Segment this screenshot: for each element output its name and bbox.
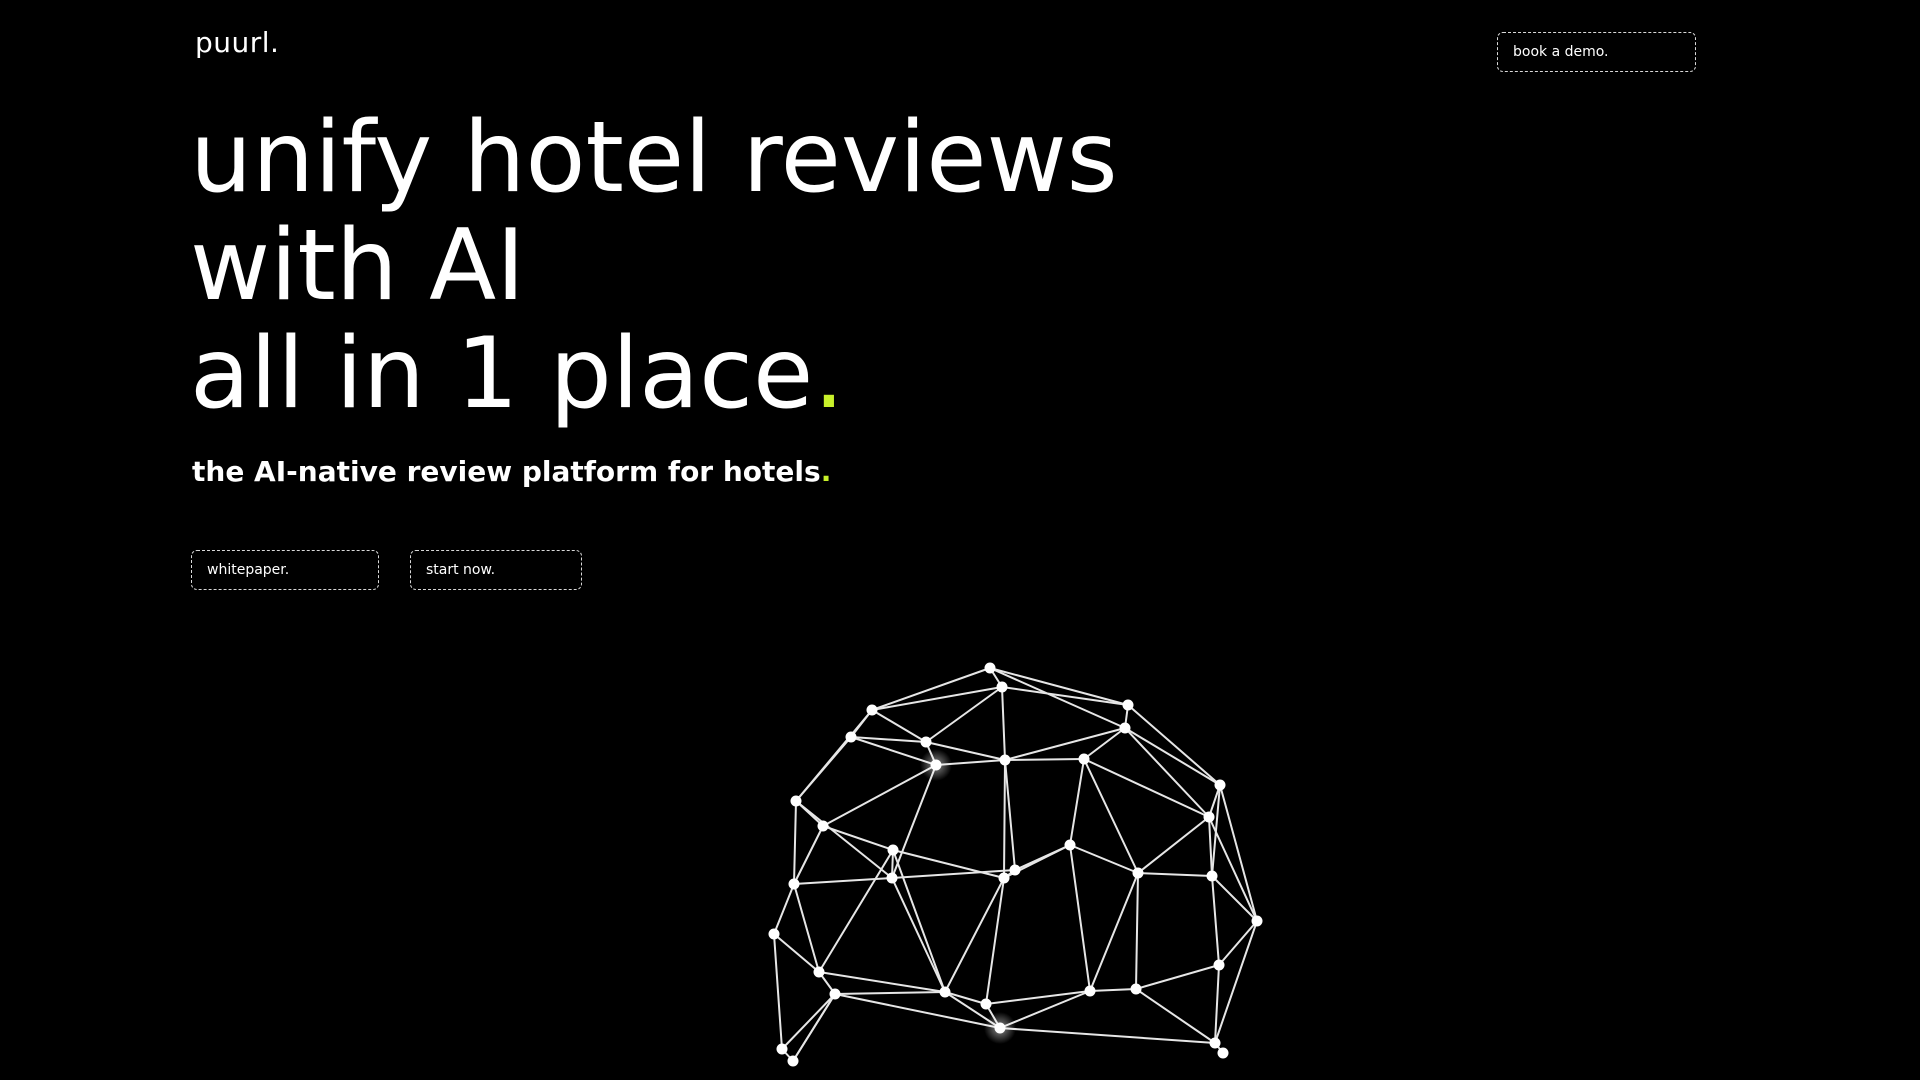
- sphere-edge: [818, 849, 894, 973]
- sphere-edge: [1135, 988, 1216, 1044]
- landing-page: puurl. book a demo. unify hotel reviews …: [0, 0, 1920, 1080]
- sphere-node: [939, 986, 951, 998]
- sphere-node: [813, 966, 825, 978]
- sphere-edge: [773, 933, 783, 1050]
- sphere-edge: [1083, 758, 1139, 874]
- sphere-edge: [1089, 872, 1139, 992]
- sphere-edge: [781, 993, 836, 1050]
- sphere-edge: [773, 883, 795, 935]
- logo[interactable]: puurl.: [195, 26, 279, 59]
- sphere-node: [1122, 699, 1134, 711]
- sphere-edge: [1211, 875, 1220, 966]
- sphere-edge: [1069, 758, 1085, 846]
- hero-line-3-text: all in 1 place: [190, 317, 814, 431]
- sphere-node: [787, 1055, 799, 1067]
- sphere-edge: [793, 825, 824, 885]
- sphere-edge: [999, 1027, 1216, 1044]
- sphere-node: [1251, 915, 1263, 927]
- sphere-edge: [1089, 988, 1137, 992]
- hero-line-3: all in 1 place.: [190, 320, 1118, 428]
- sphere-edge: [1124, 727, 1221, 786]
- sphere-edge: [822, 825, 894, 851]
- sphere-node: [887, 844, 899, 856]
- sphere-node: [788, 878, 800, 890]
- subtitle-accent-dot: .: [820, 455, 832, 488]
- sphere-edge: [871, 709, 927, 743]
- sphere-node: [996, 681, 1008, 693]
- sphere-edge: [944, 991, 987, 1005]
- sphere-node: [984, 662, 996, 674]
- sphere-node: [1119, 722, 1131, 734]
- hero-line-1: unify hotel reviews: [190, 101, 1118, 215]
- sphere-node: [980, 998, 992, 1010]
- sphere-edge: [1001, 686, 1006, 761]
- hero-line-2: with AI: [190, 209, 526, 323]
- sphere-node: [790, 795, 802, 807]
- sphere-node: [1132, 867, 1144, 879]
- sphere-edge: [1124, 727, 1210, 818]
- sphere-node: [1084, 985, 1096, 997]
- sphere-edge: [773, 933, 820, 973]
- sphere-node: [886, 872, 898, 884]
- sphere-node: [1130, 983, 1142, 995]
- sphere-edge: [1004, 759, 1016, 871]
- sphere-node: [1203, 811, 1215, 823]
- sphere-edge: [795, 800, 893, 879]
- sphere-edge: [834, 991, 946, 995]
- sphere-edge: [1004, 727, 1126, 761]
- sphere-edge: [793, 883, 820, 973]
- sphere-node: [1078, 753, 1090, 765]
- sphere-edge: [1137, 872, 1213, 877]
- sphere-edge: [1003, 759, 1006, 879]
- sphere-edge: [871, 667, 991, 711]
- sphere-edge: [925, 686, 1003, 743]
- sphere-node: [866, 704, 878, 716]
- whitepaper-button[interactable]: whitepaper.: [191, 550, 379, 590]
- sphere-edge: [1218, 920, 1258, 966]
- sphere-edge: [871, 686, 1003, 711]
- sphere-node: [776, 1043, 788, 1055]
- sphere-edge: [1135, 964, 1220, 990]
- sphere-edge: [891, 764, 937, 879]
- sphere-edge: [1135, 872, 1139, 990]
- sphere-edge: [1004, 758, 1085, 761]
- sphere-edge: [891, 877, 946, 993]
- sphere-node: [999, 754, 1011, 766]
- sphere-node: [998, 872, 1010, 884]
- hero-accent-dot: .: [813, 317, 845, 431]
- sphere-node: [768, 928, 780, 940]
- sphere-edge: [892, 849, 946, 993]
- sphere-node: [920, 736, 932, 748]
- sphere-node: [1064, 839, 1076, 851]
- sphere-edge: [1214, 920, 1258, 1044]
- sphere-node: [845, 731, 857, 743]
- sphere-edge: [793, 800, 797, 885]
- hero-subtitle-text: the AI-native review platform for hotels: [192, 455, 821, 488]
- hero-headline: unify hotel reviews with AI all in 1 pla…: [190, 104, 1118, 428]
- sphere-node: [1213, 959, 1225, 971]
- sphere-edge: [793, 877, 893, 885]
- sphere-edge: [1069, 844, 1091, 992]
- sphere-node: [994, 1022, 1006, 1034]
- book-demo-button[interactable]: book a demo.: [1497, 32, 1696, 72]
- hero-subtitle: the AI-native review platform for hotels…: [192, 455, 831, 488]
- sphere-edge: [795, 709, 873, 802]
- sphere-node: [1209, 1037, 1221, 1049]
- sphere-node: [1214, 779, 1226, 791]
- start-now-button[interactable]: start now.: [410, 550, 582, 590]
- sphere-edge: [1208, 816, 1213, 877]
- sphere-node: [1009, 864, 1021, 876]
- sphere-node: [1206, 870, 1218, 882]
- geodesic-sphere-icon: [768, 662, 1263, 1067]
- sphere-node: [930, 759, 942, 771]
- sphere-node: [1217, 1047, 1229, 1059]
- sphere-edge: [818, 971, 946, 993]
- sphere-node: [817, 820, 829, 832]
- sphere-edge: [1137, 816, 1210, 874]
- sphere-node: [829, 988, 841, 1000]
- sphere-edge: [822, 764, 937, 827]
- sphere-edge: [792, 993, 836, 1062]
